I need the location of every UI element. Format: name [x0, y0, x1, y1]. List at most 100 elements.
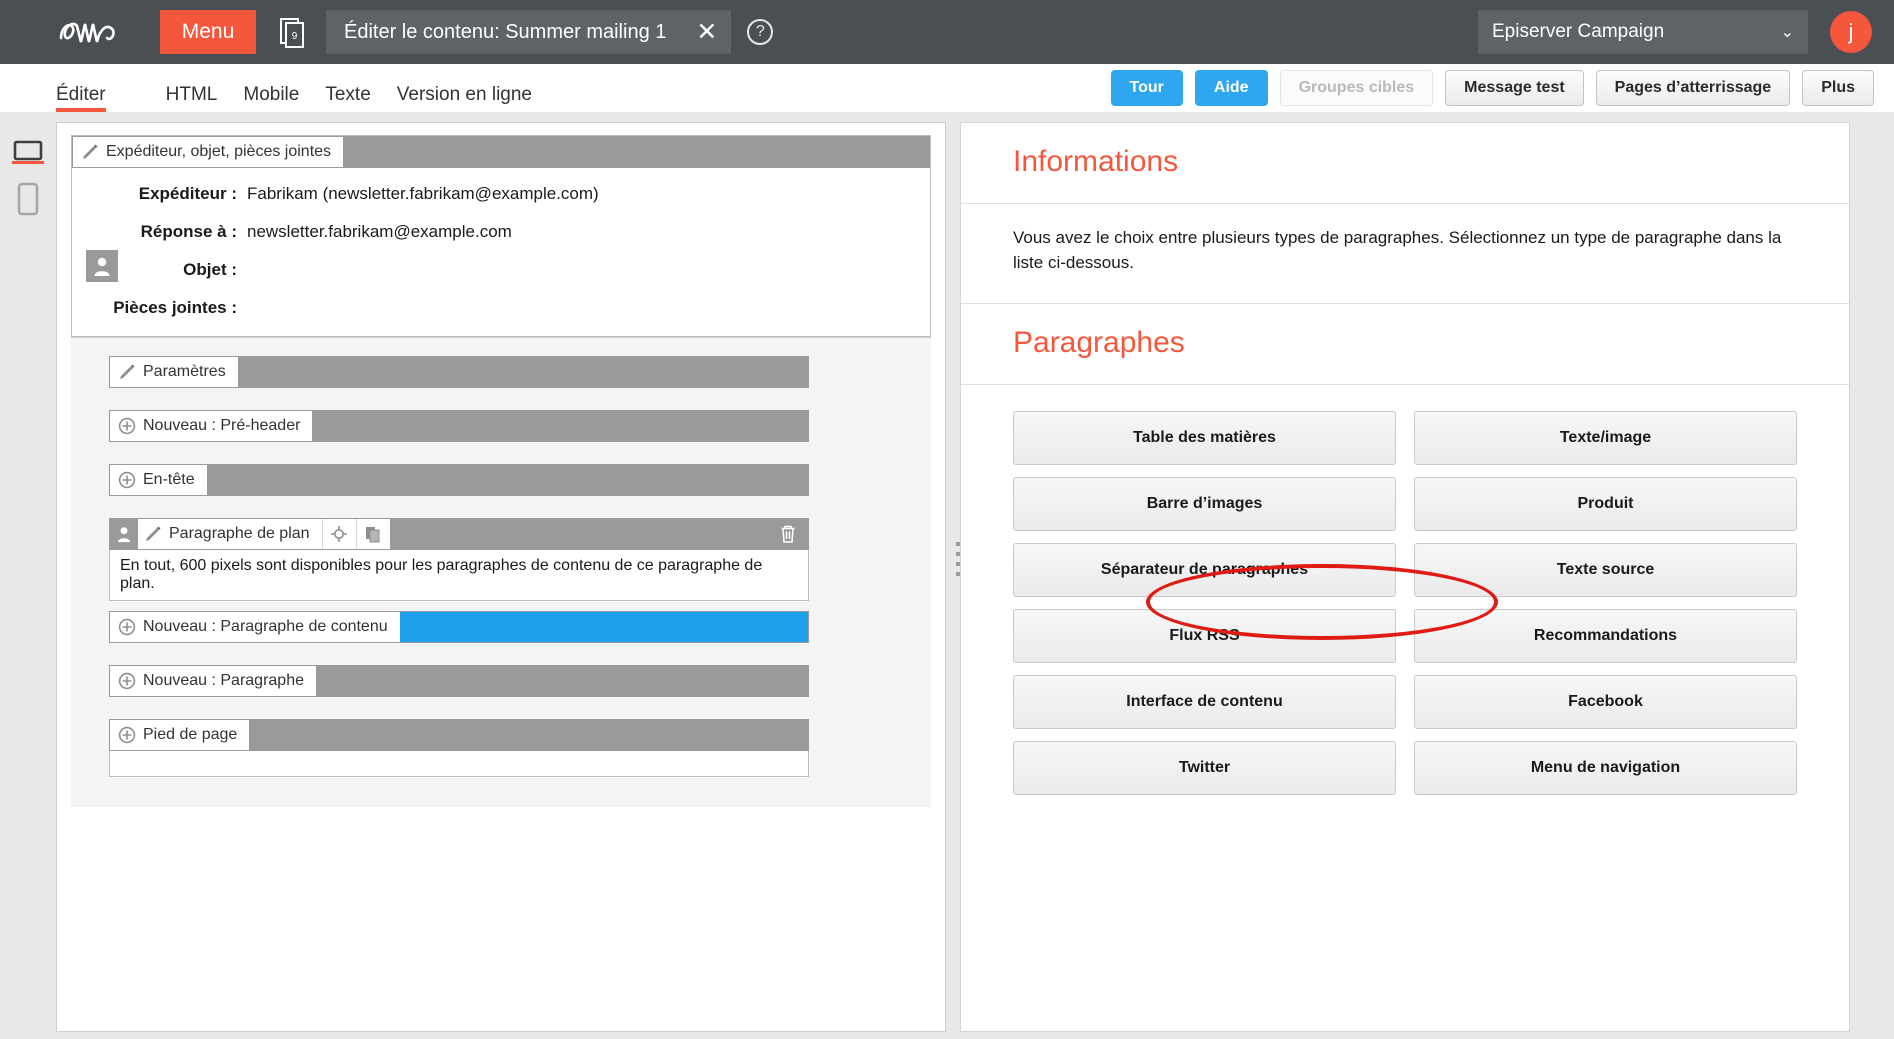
document-count-icon[interactable]: 9 [278, 15, 308, 49]
node-label-text: Nouveau : Pré-header [143, 417, 301, 434]
para-btn-twitter[interactable]: Twitter [1013, 741, 1396, 796]
main-area: Expéditeur, objet, pièces jointes Expédi… [0, 112, 1894, 1039]
node-bar[interactable]: Nouveau : Paragraphe [109, 665, 809, 697]
episerver-logo[interactable] [52, 10, 138, 54]
close-icon[interactable]: ✕ [696, 19, 717, 45]
aide-button[interactable]: Aide [1194, 70, 1268, 106]
info-pane: Informations Vous avez le choix entre pl… [960, 122, 1850, 1032]
node-label-chip[interactable]: Paragraphe de plan [110, 519, 322, 549]
field-objet: Objet : [72, 260, 930, 280]
para-btn-table-des-matieres[interactable]: Table des matières [1013, 411, 1396, 466]
target-icon[interactable] [321, 519, 356, 549]
groupes-cibles-button[interactable]: Groupes cibles [1279, 70, 1434, 106]
para-btn-texte-source[interactable]: Texte source [1414, 543, 1797, 598]
tab-title: Éditer le contenu: Summer mailing 1 [344, 20, 667, 43]
node-paragraphe-de-plan: Paragraphe de plan En tout, 600 pixels s… [109, 518, 809, 601]
node-bar[interactable]: En-tête [109, 464, 809, 496]
field-value[interactable]: Fabrikam (newsletter.fabrikam@example.co… [247, 184, 599, 204]
node-fill[interactable] [389, 519, 768, 549]
plus-icon [118, 726, 136, 744]
node-bar[interactable]: Paramètres [109, 356, 809, 388]
sender-block-fill[interactable] [343, 137, 929, 167]
para-btn-menu-de-navigation[interactable]: Menu de navigation [1414, 741, 1797, 796]
sender-block-label-chip[interactable]: Expéditeur, objet, pièces jointes [73, 137, 344, 167]
plus-icon [118, 417, 136, 435]
node-parametres: Paramètres [109, 356, 809, 388]
para-btn-facebook[interactable]: Facebook [1414, 675, 1797, 730]
plus-icon [118, 672, 136, 690]
sender-block-label-text: Expéditeur, objet, pièces jointes [106, 143, 332, 160]
mobile-icon[interactable] [0, 176, 56, 222]
node-fill[interactable] [237, 357, 808, 387]
device-preview-rail [0, 112, 56, 1039]
sender-fields: Expéditeur : Fabrikam (newsletter.fabrik… [72, 168, 930, 336]
person-icon [110, 519, 138, 549]
node-pied-de-page: Pied de page [109, 719, 809, 777]
content-tree: Paramètres Nouveau : Pré-header En-tête … [71, 337, 931, 807]
editor-pane: Expéditeur, objet, pièces jointes Expédi… [56, 122, 946, 1032]
informations-text: Vous avez le choix entre plusieurs types… [961, 204, 1849, 305]
active-tab[interactable]: Éditer le contenu: Summer mailing 1 ✕ [326, 10, 732, 54]
plus-button[interactable]: Plus [1802, 70, 1874, 106]
tab-mobile[interactable]: Mobile [243, 84, 299, 112]
node-nouveau-paragraphe: Nouveau : Paragraphe [109, 665, 809, 697]
desktop-icon[interactable] [0, 130, 56, 176]
brush-icon [118, 363, 136, 381]
para-btn-flux-rss[interactable]: Flux RSS [1013, 609, 1396, 664]
node-en-tete: En-tête [109, 464, 809, 496]
sender-card: Expéditeur, objet, pièces jointes Expédi… [71, 135, 931, 337]
top-bar: Menu 9 Éditer le contenu: Summer mailing… [0, 0, 1894, 64]
node-bar[interactable]: Nouveau : Pré-header [109, 410, 809, 442]
message-test-button[interactable]: Message test [1445, 70, 1584, 106]
node-fill-selected[interactable] [399, 612, 808, 642]
tab-html[interactable]: HTML [166, 84, 218, 112]
tour-button[interactable]: Tour [1110, 70, 1183, 106]
node-label-text: Paramètres [143, 363, 226, 380]
node-label-chip[interactable]: En-tête [110, 465, 207, 495]
node-label-chip[interactable]: Nouveau : Pré-header [110, 411, 313, 441]
para-btn-produit[interactable]: Produit [1414, 477, 1797, 532]
svg-text:9: 9 [292, 31, 298, 42]
field-pieces-jointes: Pièces jointes : [72, 298, 930, 318]
pied-de-page-body [109, 751, 809, 777]
informations-title: Informations [961, 123, 1849, 204]
field-expediteur: Expéditeur : Fabrikam (newsletter.fabrik… [72, 184, 930, 204]
copy-icon[interactable] [355, 519, 390, 549]
node-label-chip[interactable]: Paramètres [110, 357, 238, 387]
node-bar[interactable]: Nouveau : Paragraphe de contenu [109, 611, 809, 643]
sub-nav: Éditer HTML Mobile Texte Version en lign… [0, 64, 1894, 112]
account-label: Episerver Campaign [1492, 21, 1665, 42]
node-label-chip[interactable]: Pied de page [110, 720, 250, 750]
node-bar[interactable]: Paragraphe de plan [109, 518, 809, 550]
field-value[interactable]: newsletter.fabrikam@example.com [247, 222, 512, 242]
para-btn-barre-d-images[interactable]: Barre d’images [1013, 477, 1396, 532]
node-fill[interactable] [316, 666, 808, 696]
node-fill[interactable] [249, 720, 808, 750]
para-btn-texte-image[interactable]: Texte/image [1414, 411, 1797, 466]
para-btn-interface-de-contenu[interactable]: Interface de contenu [1013, 675, 1396, 730]
tab-editer[interactable]: Éditer [56, 84, 106, 112]
node-label-chip[interactable]: Nouveau : Paragraphe [110, 666, 316, 696]
node-label-text: Nouveau : Paragraphe de contenu [143, 618, 388, 635]
plan-node-note: En tout, 600 pixels sont disponibles pou… [109, 550, 809, 601]
avatar[interactable]: j [1830, 11, 1872, 53]
node-nouveau-pre-header: Nouveau : Pré-header [109, 410, 809, 442]
tab-version-en-ligne[interactable]: Version en ligne [397, 84, 532, 112]
node-fill[interactable] [206, 465, 808, 495]
sender-block-bar[interactable]: Expéditeur, objet, pièces jointes [72, 136, 930, 168]
menu-button[interactable]: Menu [160, 10, 256, 54]
plus-icon [118, 471, 136, 489]
account-selector[interactable]: Episerver Campaign ⌄ [1478, 10, 1808, 54]
para-btn-separateur-de-paragraphes[interactable]: Séparateur de paragraphes [1013, 543, 1396, 598]
person-icon [86, 250, 118, 282]
node-fill[interactable] [312, 411, 808, 441]
pages-atterrissage-button[interactable]: Pages d’atterrissage [1595, 70, 1791, 106]
node-bar[interactable]: Pied de page [109, 719, 809, 751]
top-bar-right: Episerver Campaign ⌄ j [1478, 10, 1872, 54]
tab-texte[interactable]: Texte [325, 84, 370, 112]
trash-icon[interactable] [768, 519, 808, 549]
help-icon[interactable]: ? [747, 19, 774, 45]
paragraph-type-grid: Table des matières Texte/image Barre d’i… [961, 385, 1849, 796]
para-btn-recommandations[interactable]: Recommandations [1414, 609, 1797, 664]
node-label-chip[interactable]: Nouveau : Paragraphe de contenu [110, 612, 400, 642]
